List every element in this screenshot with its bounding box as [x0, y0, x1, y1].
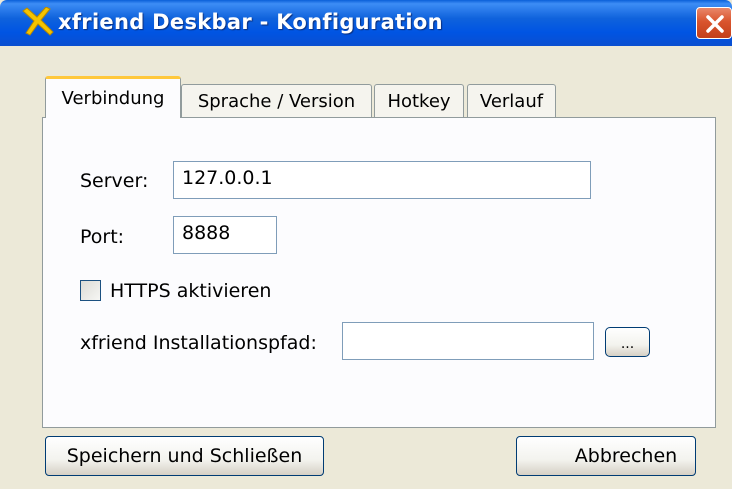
tab-verlauf[interactable]: Verlauf [467, 84, 556, 117]
tab-panel-verbindung [42, 117, 716, 428]
close-icon [706, 15, 724, 33]
window-title: xfriend Deskbar - Konfiguration [58, 10, 443, 34]
tab-sprache-version[interactable]: Sprache / Version [181, 84, 372, 117]
close-button[interactable] [696, 7, 732, 39]
title-bar[interactable]: xfriend Deskbar - Konfiguration [0, 0, 732, 46]
tab-verbindung[interactable]: Verbindung [45, 76, 181, 118]
tab-hotkey[interactable]: Hotkey [374, 84, 464, 117]
cancel-button[interactable]: Abbrechen [516, 436, 696, 476]
save-and-close-button[interactable]: Speichern und Schließen [45, 436, 324, 476]
xfriend-logo-icon [20, 6, 54, 39]
